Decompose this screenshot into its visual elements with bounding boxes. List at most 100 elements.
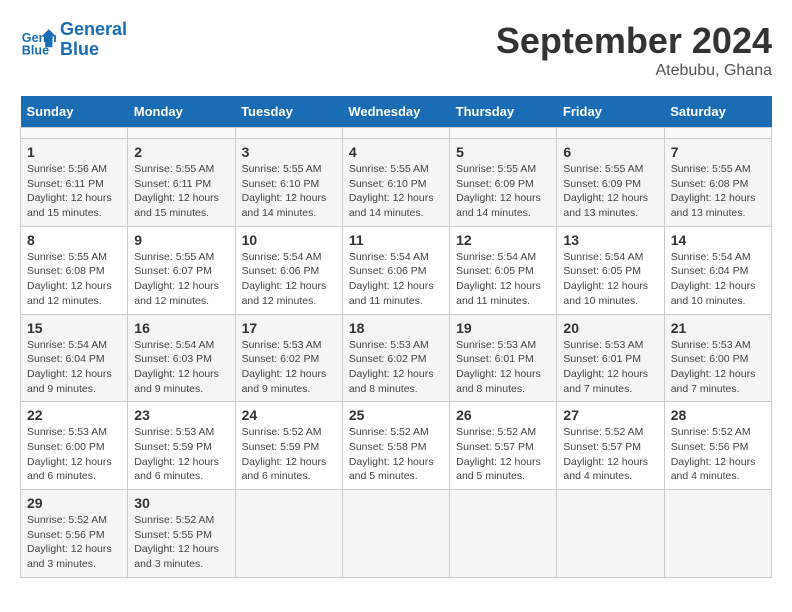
day-number: 11 <box>349 232 443 248</box>
day-info: Sunrise: 5:54 AM Sunset: 6:03 PM Dayligh… <box>134 338 228 397</box>
day-number: 10 <box>242 232 336 248</box>
day-number: 6 <box>563 144 657 160</box>
day-info: Sunrise: 5:52 AM Sunset: 5:59 PM Dayligh… <box>242 425 336 484</box>
day-number: 19 <box>456 320 550 336</box>
calendar-cell <box>342 490 449 578</box>
header-saturday: Saturday <box>664 96 771 128</box>
calendar-cell <box>450 490 557 578</box>
day-number: 20 <box>563 320 657 336</box>
day-info: Sunrise: 5:55 AM Sunset: 6:10 PM Dayligh… <box>349 162 443 221</box>
day-info: Sunrise: 5:52 AM Sunset: 5:55 PM Dayligh… <box>134 513 228 572</box>
calendar-cell <box>128 128 235 139</box>
header: General Blue General Blue September 2024… <box>20 20 772 80</box>
day-info: Sunrise: 5:54 AM Sunset: 6:04 PM Dayligh… <box>671 250 765 309</box>
calendar-cell: 10Sunrise: 5:54 AM Sunset: 6:06 PM Dayli… <box>235 226 342 314</box>
week-row-1: 1 Sunrise: 5:56 AM Sunset: 6:11 PM Daylig… <box>21 139 772 227</box>
calendar-cell: 26 Sunrise: 5:52 AM Sunset: 5:57 PM Dayli… <box>450 402 557 490</box>
day-info: Sunrise: 5:52 AM Sunset: 5:57 PM Dayligh… <box>563 425 657 484</box>
logo: General Blue General Blue <box>20 20 127 60</box>
day-info: Sunrise: 5:53 AM Sunset: 6:02 PM Dayligh… <box>349 338 443 397</box>
day-info: Sunrise: 5:54 AM Sunset: 6:04 PM Dayligh… <box>27 338 121 397</box>
calendar-cell: 30Sunrise: 5:52 AM Sunset: 5:55 PM Dayli… <box>128 490 235 578</box>
calendar-cell <box>235 490 342 578</box>
day-number: 8 <box>27 232 121 248</box>
week-row-3: 15 Sunrise: 5:54 AM Sunset: 6:04 PM Dayli… <box>21 314 772 402</box>
calendar-cell: 20 Sunrise: 5:53 AM Sunset: 6:01 PM Dayli… <box>557 314 664 402</box>
day-info: Sunrise: 5:53 AM Sunset: 6:01 PM Dayligh… <box>563 338 657 397</box>
day-info: Sunrise: 5:55 AM Sunset: 6:09 PM Dayligh… <box>563 162 657 221</box>
day-number: 15 <box>27 320 121 336</box>
day-number: 4 <box>349 144 443 160</box>
day-info: Sunrise: 5:52 AM Sunset: 5:58 PM Dayligh… <box>349 425 443 484</box>
header-monday: Monday <box>128 96 235 128</box>
day-number: 9 <box>134 232 228 248</box>
calendar-cell: 13 Sunrise: 5:54 AM Sunset: 6:05 PM Dayli… <box>557 226 664 314</box>
calendar-cell: 17Sunrise: 5:53 AM Sunset: 6:02 PM Dayli… <box>235 314 342 402</box>
day-info: Sunrise: 5:55 AM Sunset: 6:07 PM Dayligh… <box>134 250 228 309</box>
calendar-cell: 15 Sunrise: 5:54 AM Sunset: 6:04 PM Dayli… <box>21 314 128 402</box>
calendar-cell: 14 Sunrise: 5:54 AM Sunset: 6:04 PM Dayli… <box>664 226 771 314</box>
day-number: 27 <box>563 407 657 423</box>
calendar-cell: 24Sunrise: 5:52 AM Sunset: 5:59 PM Dayli… <box>235 402 342 490</box>
calendar-cell <box>21 128 128 139</box>
week-row-5: 29Sunrise: 5:52 AM Sunset: 5:56 PM Dayli… <box>21 490 772 578</box>
day-info: Sunrise: 5:55 AM Sunset: 6:08 PM Dayligh… <box>27 250 121 309</box>
calendar-cell: 18 Sunrise: 5:53 AM Sunset: 6:02 PM Dayli… <box>342 314 449 402</box>
calendar-cell: 6 Sunrise: 5:55 AM Sunset: 6:09 PM Daylig… <box>557 139 664 227</box>
day-number: 23 <box>134 407 228 423</box>
week-row-2: 8 Sunrise: 5:55 AM Sunset: 6:08 PM Daylig… <box>21 226 772 314</box>
day-info: Sunrise: 5:54 AM Sunset: 6:06 PM Dayligh… <box>349 250 443 309</box>
calendar-cell: 19 Sunrise: 5:53 AM Sunset: 6:01 PM Dayli… <box>450 314 557 402</box>
day-info: Sunrise: 5:56 AM Sunset: 6:11 PM Dayligh… <box>27 162 121 221</box>
day-number: 1 <box>27 144 121 160</box>
day-number: 18 <box>349 320 443 336</box>
calendar-cell: 4 Sunrise: 5:55 AM Sunset: 6:10 PM Daylig… <box>342 139 449 227</box>
calendar-cell: 16Sunrise: 5:54 AM Sunset: 6:03 PM Dayli… <box>128 314 235 402</box>
day-info: Sunrise: 5:54 AM Sunset: 6:05 PM Dayligh… <box>456 250 550 309</box>
header-tuesday: Tuesday <box>235 96 342 128</box>
calendar-cell <box>235 128 342 139</box>
week-row-4: 22 Sunrise: 5:53 AM Sunset: 6:00 PM Dayli… <box>21 402 772 490</box>
calendar-cell <box>450 128 557 139</box>
header-thursday: Thursday <box>450 96 557 128</box>
calendar-cell: 25Sunrise: 5:52 AM Sunset: 5:58 PM Dayli… <box>342 402 449 490</box>
day-number: 13 <box>563 232 657 248</box>
day-number: 22 <box>27 407 121 423</box>
calendar-cell: 22 Sunrise: 5:53 AM Sunset: 6:00 PM Dayli… <box>21 402 128 490</box>
day-info: Sunrise: 5:52 AM Sunset: 5:57 PM Dayligh… <box>456 425 550 484</box>
day-info: Sunrise: 5:54 AM Sunset: 6:05 PM Dayligh… <box>563 250 657 309</box>
day-info: Sunrise: 5:52 AM Sunset: 5:56 PM Dayligh… <box>27 513 121 572</box>
calendar-cell: 5Sunrise: 5:55 AM Sunset: 6:09 PM Daylig… <box>450 139 557 227</box>
day-number: 26 <box>456 407 550 423</box>
logo-icon: General Blue <box>20 22 56 58</box>
calendar-cell <box>664 128 771 139</box>
calendar-cell: 7 Sunrise: 5:55 AM Sunset: 6:08 PM Daylig… <box>664 139 771 227</box>
calendar-cell: 28Sunrise: 5:52 AM Sunset: 5:56 PM Dayli… <box>664 402 771 490</box>
day-info: Sunrise: 5:55 AM Sunset: 6:08 PM Dayligh… <box>671 162 765 221</box>
calendar-cell: 29Sunrise: 5:52 AM Sunset: 5:56 PM Dayli… <box>21 490 128 578</box>
day-info: Sunrise: 5:52 AM Sunset: 5:56 PM Dayligh… <box>671 425 765 484</box>
calendar-cell: 2 Sunrise: 5:55 AM Sunset: 6:11 PM Daylig… <box>128 139 235 227</box>
day-number: 5 <box>456 144 550 160</box>
day-number: 17 <box>242 320 336 336</box>
day-number: 3 <box>242 144 336 160</box>
calendar-table: SundayMondayTuesdayWednesdayThursdayFrid… <box>20 96 772 578</box>
day-info: Sunrise: 5:53 AM Sunset: 6:00 PM Dayligh… <box>27 425 121 484</box>
calendar-cell: 21Sunrise: 5:53 AM Sunset: 6:00 PM Dayli… <box>664 314 771 402</box>
day-number: 14 <box>671 232 765 248</box>
header-friday: Friday <box>557 96 664 128</box>
day-number: 2 <box>134 144 228 160</box>
calendar-cell: 8 Sunrise: 5:55 AM Sunset: 6:08 PM Daylig… <box>21 226 128 314</box>
day-info: Sunrise: 5:53 AM Sunset: 5:59 PM Dayligh… <box>134 425 228 484</box>
day-info: Sunrise: 5:55 AM Sunset: 6:11 PM Dayligh… <box>134 162 228 221</box>
day-info: Sunrise: 5:53 AM Sunset: 6:01 PM Dayligh… <box>456 338 550 397</box>
calendar-cell: 1 Sunrise: 5:56 AM Sunset: 6:11 PM Daylig… <box>21 139 128 227</box>
calendar-cell: 23 Sunrise: 5:53 AM Sunset: 5:59 PM Dayli… <box>128 402 235 490</box>
day-info: Sunrise: 5:55 AM Sunset: 6:10 PM Dayligh… <box>242 162 336 221</box>
calendar-cell <box>664 490 771 578</box>
day-number: 7 <box>671 144 765 160</box>
calendar-cell: 11 Sunrise: 5:54 AM Sunset: 6:06 PM Dayli… <box>342 226 449 314</box>
calendar-cell: 9 Sunrise: 5:55 AM Sunset: 6:07 PM Daylig… <box>128 226 235 314</box>
svg-text:Blue: Blue <box>22 43 49 57</box>
calendar-cell <box>557 128 664 139</box>
